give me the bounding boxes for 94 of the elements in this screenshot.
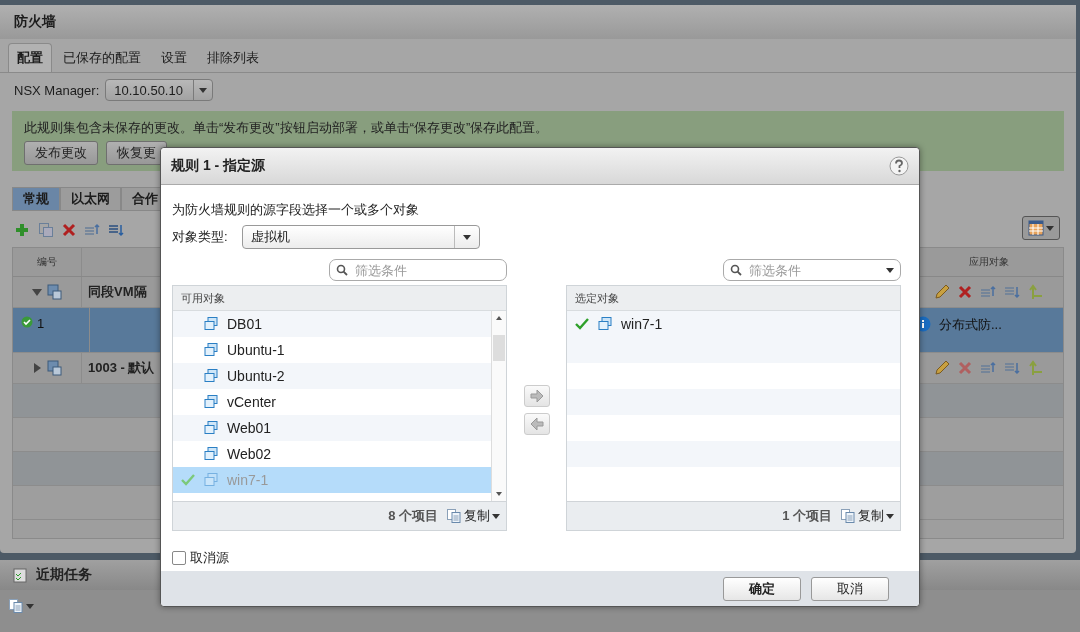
column-picker-button[interactable] (1022, 216, 1060, 240)
help-icon[interactable] (889, 156, 909, 176)
banner-message: 此规则集包含未保存的更改。单击“发布更改”按钮启动部署，或单击“保存更改”保存此配置。 (24, 119, 550, 137)
vm-icon (203, 316, 219, 332)
object-type-dropdown[interactable]: 虚拟机 (241, 225, 480, 249)
item-count: 1 个项目 (782, 507, 832, 525)
move-up-icon[interactable] (980, 284, 996, 300)
checkbox-label: 取消源 (190, 549, 229, 567)
copy-icon (446, 508, 462, 524)
manager-label: NSX Manager: (14, 82, 100, 98)
column-header: 应用对象 (969, 255, 1009, 269)
table-icon (1028, 220, 1044, 236)
move-down-icon[interactable] (108, 222, 124, 238)
list-item[interactable]: vCenter (173, 389, 491, 415)
rule-number: 1 (37, 316, 45, 331)
banner-button[interactable]: 恢复更 (106, 141, 167, 165)
vm-icon (203, 446, 219, 462)
copy-icon[interactable] (38, 222, 54, 238)
vm-icon (203, 472, 219, 488)
tab[interactable]: 配置 (8, 43, 52, 72)
manager-dropdown[interactable]: 10.10.50.10 (105, 79, 213, 101)
copy-icon (8, 598, 24, 614)
ok-button[interactable]: 确定 (723, 576, 801, 601)
clipboard-icon (12, 567, 28, 583)
status-check-icon (21, 316, 33, 328)
right-arrow-icon (529, 389, 544, 403)
vm-icon (203, 420, 219, 436)
edit-icon[interactable] (934, 284, 950, 300)
vm-icon (597, 316, 613, 332)
expand-icon[interactable] (31, 362, 43, 374)
copy-button[interactable]: 复制 (840, 507, 894, 525)
copy-icon (840, 508, 856, 524)
list-item[interactable]: win7-1 (567, 311, 900, 337)
vm-icon (203, 394, 219, 410)
checkbox[interactable] (172, 551, 186, 565)
scroll-thumb[interactable] (493, 335, 505, 361)
add-icon[interactable] (14, 222, 30, 238)
section-name: 1003 - 默认 (88, 359, 155, 377)
caret-icon (26, 603, 34, 609)
edit-icon[interactable] (934, 360, 950, 376)
move-down-icon[interactable] (1004, 284, 1020, 300)
check-icon (575, 317, 589, 331)
section-icon (47, 284, 63, 300)
search-icon (336, 264, 348, 276)
search-icon (730, 264, 742, 276)
banner-button[interactable]: 发布更改 (24, 141, 98, 165)
panel-title: 近期任务 (36, 566, 92, 584)
dialog-title: 规则 1 - 指定源 (171, 157, 266, 175)
check-icon (181, 473, 195, 487)
filter-input[interactable]: 筛选条件 (747, 261, 881, 279)
list-header: 可用对象 (181, 290, 225, 306)
dialog-description: 为防火墙规则的源字段选择一个或多个对象 (172, 201, 420, 219)
caret-icon (1046, 225, 1054, 231)
tasks-menu-button[interactable] (8, 598, 34, 614)
left-arrow-icon (529, 417, 544, 431)
remove-arrow-button[interactable] (523, 413, 550, 435)
caret-icon (886, 267, 894, 273)
filter-field[interactable]: 筛选条件 (329, 259, 507, 281)
move-up-icon[interactable] (84, 222, 100, 238)
list-item[interactable]: DB01 (173, 311, 491, 337)
tab[interactable]: 设置 (152, 43, 196, 72)
filter-input[interactable]: 筛选条件 (353, 261, 500, 279)
delete-icon[interactable] (958, 361, 972, 375)
delete-icon[interactable] (62, 223, 76, 237)
move-down-icon[interactable] (1004, 360, 1020, 376)
window-title: 防火墙 (14, 13, 56, 31)
tab[interactable]: 排除列表 (198, 43, 268, 72)
list-header: 选定对象 (575, 290, 619, 306)
vm-icon (203, 368, 219, 384)
caret-icon (492, 513, 500, 519)
list-item[interactable]: Ubuntu-2 (173, 363, 491, 389)
list-item[interactable]: Ubuntu-1 (173, 337, 491, 363)
list-item[interactable]: Web02 (173, 441, 491, 467)
tab[interactable]: 已保存的配置 (54, 43, 150, 72)
move-up-icon[interactable] (980, 360, 996, 376)
list-item[interactable]: Web01 (173, 415, 491, 441)
caret-icon (886, 513, 894, 519)
cancel-button[interactable]: 取消 (811, 576, 889, 601)
collapse-icon[interactable] (31, 286, 43, 298)
caret-icon (198, 87, 207, 93)
vm-icon (203, 342, 219, 358)
caret-icon (462, 234, 471, 240)
section-name: 同段VM隔 (88, 283, 147, 301)
column-header: 编号 (37, 255, 57, 269)
add-arrow-button[interactable] (523, 385, 550, 407)
copy-button[interactable]: 复制 (446, 507, 500, 525)
filter-field[interactable]: 筛选条件 (723, 259, 901, 281)
sub-tab[interactable]: 常规 (12, 187, 60, 211)
delete-icon[interactable] (958, 285, 972, 299)
applied-to: 分布式防... (939, 316, 1002, 334)
item-count: 8 个项目 (388, 507, 438, 525)
sub-tab[interactable]: 以太网 (60, 187, 121, 211)
section-icon (47, 360, 63, 376)
object-type-label: 对象类型: (172, 228, 228, 246)
